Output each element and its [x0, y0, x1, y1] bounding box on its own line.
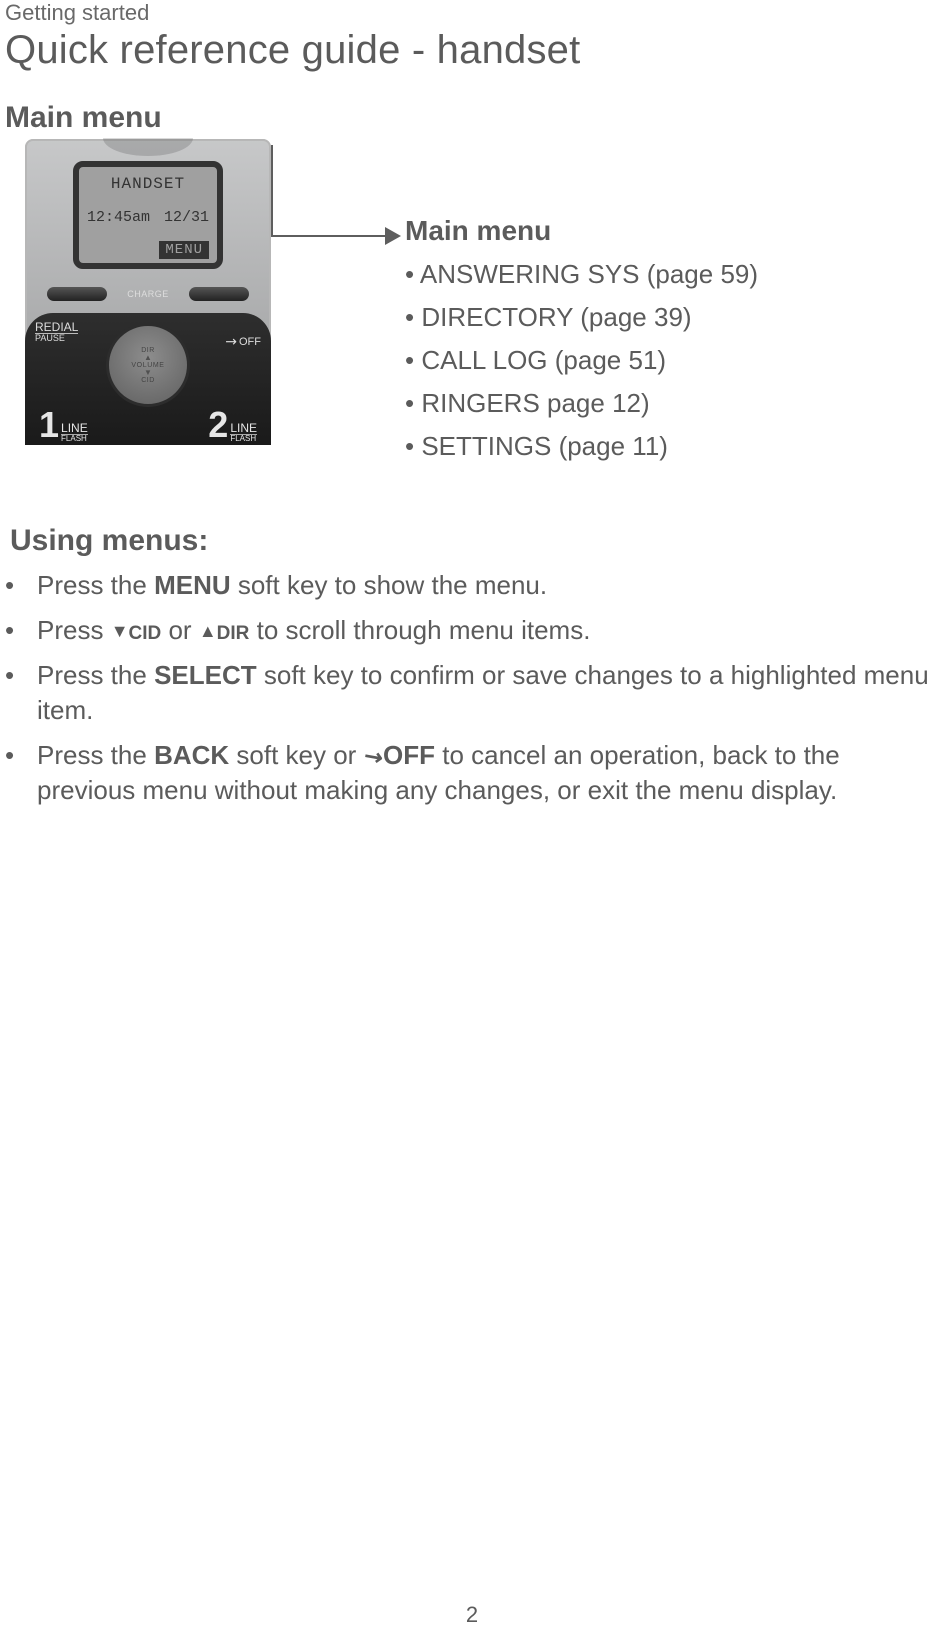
- charge-label: CHARGE: [127, 289, 169, 299]
- step1-menu-key: MENU: [154, 570, 231, 600]
- step3-select-key: SELECT: [154, 660, 257, 690]
- step-3: Press the SELECT soft key to confirm or …: [5, 658, 944, 728]
- display-time: 12:45am: [87, 209, 150, 226]
- using-menus-heading: Using menus:: [10, 524, 944, 558]
- display-line2: 12:45am 12/31: [87, 209, 209, 226]
- menu-item-call-log: CALL LOG (page 51): [405, 345, 758, 376]
- nav-up-arrow-icon: ▲: [144, 354, 152, 362]
- handset-illustration: HANDSET 12:45am 12/31 MENU CHARGE REDIAL…: [25, 139, 271, 445]
- step4-a: Press the: [37, 740, 154, 770]
- nav-down-arrow-icon: ▼: [144, 369, 152, 377]
- redial-label: REDIAL: [35, 321, 78, 333]
- nav-wheel: DIR ▲ VOLUME ▼ CID: [106, 323, 190, 407]
- callout-arrow: [271, 139, 405, 439]
- main-menu-list: ANSWERING SYS (page 59) DIRECTORY (page …: [405, 259, 758, 462]
- right-softkey: [189, 287, 249, 301]
- handset-display: HANDSET 12:45am 12/31 MENU: [73, 161, 223, 269]
- step2-cid: CID: [129, 623, 162, 644]
- step2-dir: DIR: [217, 623, 250, 644]
- page-title: Quick reference guide - handset: [5, 28, 944, 73]
- arrow-head-icon: [385, 227, 401, 245]
- line1-key: 1 LINE FLASH: [39, 407, 88, 443]
- step1-a: Press the: [37, 570, 154, 600]
- up-triangle-icon: ▲: [199, 619, 217, 643]
- soft-label-menu: MENU: [159, 241, 209, 259]
- left-softkey: [47, 287, 107, 301]
- pause-label: PAUSE: [35, 333, 78, 343]
- line1-number: 1: [39, 407, 59, 443]
- down-triangle-icon: ▼: [111, 619, 129, 643]
- menu-item-answering: ANSWERING SYS (page 59): [405, 259, 758, 290]
- step-4: Press the BACK soft key or ↘OFF to cance…: [5, 738, 944, 808]
- main-menu-heading: Main menu: [5, 101, 944, 135]
- line2-key: 2 LINE FLASH: [208, 407, 257, 443]
- off-key-label: ↘ OFF: [225, 333, 261, 350]
- menu-item-ringers: RINGERS page 12): [405, 388, 758, 419]
- line2-text: LINE: [230, 422, 257, 434]
- step3-a: Press the: [37, 660, 154, 690]
- display-date: 12/31: [164, 209, 209, 226]
- softkey-row: CHARGE: [25, 287, 271, 301]
- line2-flash: FLASH: [230, 434, 257, 443]
- step4-c: soft key or: [229, 740, 363, 770]
- step4-back-key: BACK: [154, 740, 229, 770]
- redial-pause-label: REDIAL PAUSE: [35, 321, 78, 343]
- nav-cid-label: CID: [141, 377, 155, 384]
- callout-title: Main menu: [405, 215, 758, 247]
- phone-hangup-icon: ↘: [221, 331, 241, 351]
- handset-keypad: REDIAL PAUSE DIR ▲ VOLUME ▼ CID ↘ OFF 1: [25, 313, 271, 445]
- handset-earpiece: [103, 138, 193, 156]
- step2-or: or: [161, 615, 199, 645]
- step2-b: to scroll through menu items.: [249, 615, 590, 645]
- step-1: Press the MENU soft key to show the menu…: [5, 568, 944, 603]
- off-text: OFF: [239, 336, 261, 348]
- line1-flash: FLASH: [61, 434, 88, 443]
- line2-number: 2: [208, 407, 228, 443]
- menu-item-directory: DIRECTORY (page 39): [405, 302, 758, 333]
- display-line1: HANDSET: [87, 175, 209, 193]
- step2-a: Press: [37, 615, 111, 645]
- menu-item-settings: SETTINGS (page 11): [405, 431, 758, 462]
- step1-c: soft key to show the menu.: [231, 570, 548, 600]
- page-number: 2: [466, 1602, 478, 1628]
- step-2: Press ▼CID or ▲DIR to scroll through men…: [5, 613, 944, 648]
- step4-off-key: OFF: [383, 740, 435, 770]
- section-label: Getting started: [5, 0, 944, 26]
- line1-text: LINE: [61, 422, 88, 434]
